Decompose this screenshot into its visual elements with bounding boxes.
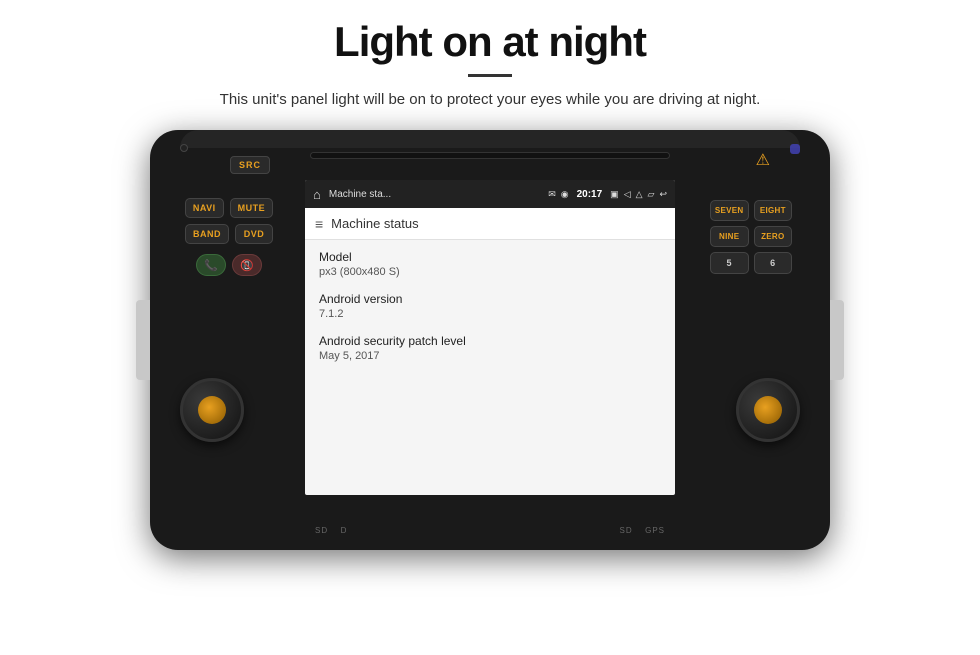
page-wrapper: Light on at night This unit's panel ligh…: [0, 0, 980, 655]
warning-icon: ⚠: [756, 150, 770, 170]
camera-icon: ▣: [610, 189, 619, 200]
five-button[interactable]: 5: [710, 252, 749, 274]
car-unit: SRC ⚠ NAVI MUTE BAND DVD 📞 📵: [150, 130, 830, 550]
unit-bottom: SD D SD GPS: [305, 520, 675, 538]
dvd-button[interactable]: DVD: [235, 224, 273, 244]
mute-button[interactable]: MUTE: [230, 198, 274, 218]
left-knob[interactable]: [180, 378, 244, 442]
left-mount-tab: [136, 300, 150, 380]
src-button[interactable]: SRC: [230, 156, 270, 174]
app-bar-title: Machine status: [331, 216, 418, 231]
page-subtitle: This unit's panel light will be on to pr…: [220, 91, 761, 108]
back-icon[interactable]: ↩: [659, 189, 667, 200]
status-icons: ✉ ◉ 20:17 ▣ ◁ △ ▱ ↩: [548, 189, 667, 200]
right-btn-grid: SEVEN EIGHT NINE ZERO 5 6: [710, 200, 792, 274]
content-area: Model px3 (800x480 S) Android version 7.…: [305, 240, 675, 386]
status-bar: ⌂ Machine sta... ✉ ◉ 20:17 ▣ ◁ △ ▱ ↩: [305, 180, 675, 208]
title-divider: [468, 74, 512, 77]
security-patch-label: Android security patch level: [319, 334, 661, 348]
call-accept-button[interactable]: 📞: [196, 254, 226, 276]
status-time: 20:17: [577, 189, 603, 200]
android-version-info-item: Android version 7.1.2: [319, 292, 661, 320]
power-indicator: [790, 144, 800, 154]
sd-text-right: SD: [620, 526, 633, 535]
location-icon: ◉: [561, 189, 569, 200]
six-button[interactable]: 6: [754, 252, 793, 274]
status-app-name: Machine sta...: [329, 189, 544, 200]
volume-icon: ◁: [624, 189, 631, 200]
message-icon: ✉: [548, 189, 556, 200]
unit-body: SRC ⚠ NAVI MUTE BAND DVD 📞 📵: [150, 130, 830, 550]
android-screen: ⌂ Machine sta... ✉ ◉ 20:17 ▣ ◁ △ ▱ ↩: [305, 180, 675, 495]
security-patch-info-item: Android security patch level May 5, 2017: [319, 334, 661, 362]
right-panel: SEVEN EIGHT NINE ZERO 5 6: [672, 190, 830, 490]
zero-button[interactable]: ZERO: [754, 226, 793, 247]
security-patch-value: May 5, 2017: [319, 350, 661, 362]
page-title: Light on at night: [334, 18, 646, 66]
left-btn-row-2: BAND DVD: [185, 224, 273, 244]
cast-icon: ▱: [648, 189, 655, 200]
navi-button[interactable]: NAVI: [185, 198, 224, 218]
home-icon[interactable]: ⌂: [313, 187, 321, 202]
model-info-item: Model px3 (800x480 S): [319, 250, 661, 278]
phone-buttons: 📞 📵: [196, 254, 262, 276]
eight-button[interactable]: EIGHT: [754, 200, 793, 221]
sd-text-left: SD: [315, 526, 328, 535]
sd-label-left: SD D: [315, 520, 347, 538]
call-end-button[interactable]: 📵: [232, 254, 262, 276]
menu-icon[interactable]: ≡: [315, 216, 323, 232]
model-value: px3 (800x480 S): [319, 266, 661, 278]
media-icon: △: [636, 189, 643, 200]
right-knob[interactable]: [736, 378, 800, 442]
nine-button[interactable]: NINE: [710, 226, 749, 247]
mic-indicator: [180, 144, 188, 152]
android-version-value: 7.1.2: [319, 308, 661, 320]
app-bar: ≡ Machine status: [305, 208, 675, 240]
sd-label-right: SD GPS: [620, 520, 665, 538]
cd-slot: [310, 152, 670, 159]
d-text: D: [341, 526, 348, 535]
seven-button[interactable]: SEVEN: [710, 200, 749, 221]
model-label: Model: [319, 250, 661, 264]
right-mount-tab: [830, 300, 844, 380]
android-version-label: Android version: [319, 292, 661, 306]
gps-text: GPS: [645, 526, 665, 535]
left-btn-row-1: NAVI MUTE: [185, 198, 273, 218]
band-button[interactable]: BAND: [185, 224, 229, 244]
left-panel: NAVI MUTE BAND DVD 📞 📵: [150, 190, 308, 490]
